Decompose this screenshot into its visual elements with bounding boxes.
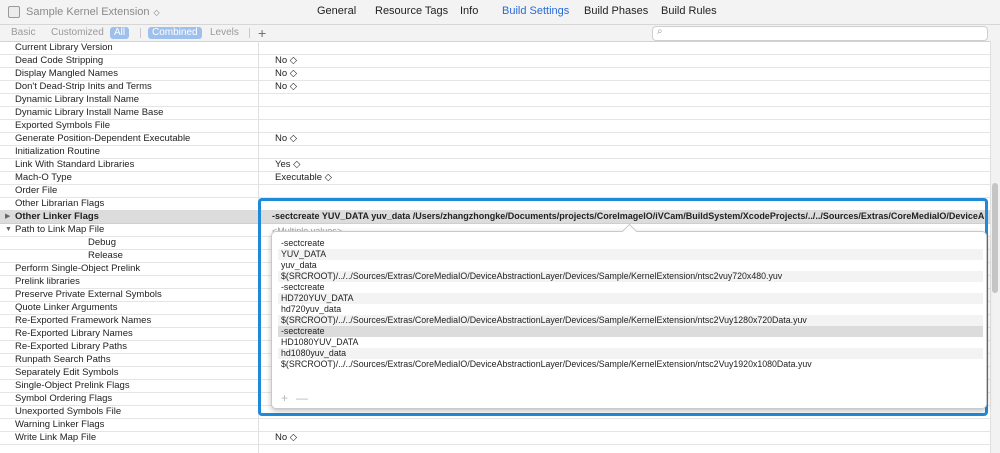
setting-row[interactable]: Dynamic Library Install Name Base (0, 106, 990, 120)
setting-row[interactable]: Dead Code Stripping No ◇ (0, 54, 990, 68)
setting-row[interactable]: Dynamic Library Install Name (0, 93, 990, 107)
setting-name: Quote Linker Arguments (15, 302, 118, 313)
tab-build-phases[interactable]: Build Phases (584, 5, 648, 17)
setting-name: Write Link Map File (15, 432, 97, 443)
setting-row[interactable]: Current Library Version (0, 41, 990, 55)
config-name: Debug (88, 237, 116, 248)
add-setting-button[interactable]: + (258, 25, 266, 41)
setting-row[interactable]: Don't Dead-Strip Inits and Terms No ◇ (0, 80, 990, 94)
setting-row[interactable]: Display Mangled Names No ◇ (0, 67, 990, 81)
setting-name: Separately Edit Symbols (15, 367, 119, 378)
setting-name: Warning Linker Flags (15, 419, 105, 430)
setting-name: Single-Object Prelink Flags (15, 380, 130, 391)
setting-name: Current Library Version (15, 42, 113, 53)
setting-row[interactable]: Link With Standard Libraries Yes ◇ (0, 158, 990, 172)
setting-value[interactable]: Yes ◇ (275, 158, 300, 171)
disclosure-triangle-open-icon[interactable]: ▼ (5, 223, 12, 236)
setting-name: Mach-O Type (15, 172, 72, 183)
flag-list-item[interactable]: $(SRCROOT)/../../Sources/Extras/CoreMedi… (278, 359, 983, 370)
filter-customized-button[interactable]: Customized (47, 27, 108, 39)
flag-list-item[interactable]: YUV_DATA (278, 249, 983, 260)
setting-row[interactable]: Generate Position-Dependent Executable No… (0, 132, 990, 146)
filter-basic-button[interactable]: Basic (7, 27, 39, 39)
filter-all-button[interactable]: All (110, 27, 130, 39)
filter-divider (249, 28, 250, 38)
setting-name: Path to Link Map File (15, 224, 105, 235)
other-linker-flags-value[interactable]: -sectcreate YUV_DATA yuv_data /Users/zha… (272, 211, 984, 221)
setting-name: Order File (15, 185, 58, 196)
flag-list-item[interactable]: -sectcreate (278, 282, 983, 293)
setting-name: Re-Exported Framework Names (15, 315, 152, 326)
scrollbar-thumb[interactable] (992, 183, 998, 293)
config-name: Release (88, 250, 123, 261)
search-field[interactable]: ⌕ (652, 26, 988, 41)
setting-value[interactable]: No ◇ (275, 431, 297, 444)
setting-row[interactable]: Write Link Map File No ◇ (0, 431, 990, 445)
flag-list-item[interactable]: hd1080yuv_data (278, 348, 983, 359)
add-flag-button[interactable]: + (281, 391, 288, 405)
setting-name: Prelink libraries (15, 276, 80, 287)
flag-list-item[interactable]: yuv_data (278, 260, 983, 271)
setting-name: Perform Single-Object Prelink (15, 263, 141, 274)
setting-name: Re-Exported Library Paths (15, 341, 127, 352)
setting-name: Exported Symbols File (15, 120, 111, 131)
flag-list-item[interactable]: -sectcreate (278, 238, 983, 249)
flag-list-item-selected[interactable]: -sectcreate (278, 326, 983, 337)
setting-name: Re-Exported Library Names (15, 328, 133, 339)
filter-combined-button[interactable]: Combined (148, 27, 202, 39)
tab-info[interactable]: Info (460, 5, 478, 17)
setting-row[interactable]: Initialization Routine (0, 145, 990, 159)
setting-name: Link With Standard Libraries (15, 159, 135, 170)
setting-value[interactable]: No ◇ (275, 54, 297, 67)
editor-tabs: General Resource Tags Info Build Setting… (0, 5, 1000, 19)
setting-value[interactable]: No ◇ (275, 132, 297, 145)
build-settings-filter-bar: Basic Customized All Combined Levels + ⌕ (0, 25, 1000, 42)
setting-row[interactable]: Mach-O Type Executable ◇ (0, 171, 990, 185)
tab-general[interactable]: General (317, 5, 356, 17)
search-icon: ⌕ (657, 26, 663, 37)
tab-build-settings[interactable]: Build Settings (502, 5, 569, 17)
remove-flag-button[interactable]: — (296, 391, 308, 405)
setting-name: Don't Dead-Strip Inits and Terms (15, 81, 152, 92)
flag-list-item[interactable]: HD1080YUV_DATA (278, 337, 983, 348)
setting-name: Display Mangled Names (15, 68, 118, 79)
setting-name: Other Linker Flags (15, 211, 99, 222)
setting-name: Preserve Private External Symbols (15, 289, 162, 300)
setting-name: Dead Code Stripping (15, 55, 104, 66)
setting-name: Initialization Routine (15, 146, 101, 157)
tab-resource-tags[interactable]: Resource Tags (375, 5, 448, 17)
flag-list-item[interactable]: HD720YUV_DATA (278, 293, 983, 304)
setting-value[interactable]: Executable ◇ (275, 171, 332, 184)
popover-actions: + — (281, 391, 316, 405)
setting-name: Other Librarian Flags (15, 198, 105, 209)
flag-list-item[interactable]: hd720yuv_data (278, 304, 983, 315)
setting-name: Symbol Ordering Flags (15, 393, 113, 404)
setting-row[interactable]: Warning Linker Flags (0, 418, 990, 432)
editor-top-bar: Sample Kernel Extension ◇ General Resour… (0, 0, 1000, 25)
flag-list-item[interactable]: $(SRCROOT)/../../Sources/Extras/CoreMedi… (278, 315, 983, 326)
setting-row[interactable]: Exported Symbols File (0, 119, 990, 133)
setting-name: Dynamic Library Install Name (15, 94, 140, 105)
setting-value[interactable]: No ◇ (275, 67, 297, 80)
setting-name: Dynamic Library Install Name Base (15, 107, 164, 118)
flag-list-item[interactable]: $(SRCROOT)/../../Sources/Extras/CoreMedi… (278, 271, 983, 282)
setting-name: Unexported Symbols File (15, 406, 122, 417)
disclosure-triangle-icon[interactable]: ▶ (5, 210, 10, 223)
tab-build-rules[interactable]: Build Rules (661, 5, 717, 17)
setting-name: Runpath Search Paths (15, 354, 111, 365)
setting-name: Generate Position-Dependent Executable (15, 133, 191, 144)
setting-row[interactable]: Order File (0, 184, 990, 198)
filter-levels-button[interactable]: Levels (206, 27, 243, 39)
setting-value[interactable]: No ◇ (275, 80, 297, 93)
filter-divider (140, 28, 141, 38)
